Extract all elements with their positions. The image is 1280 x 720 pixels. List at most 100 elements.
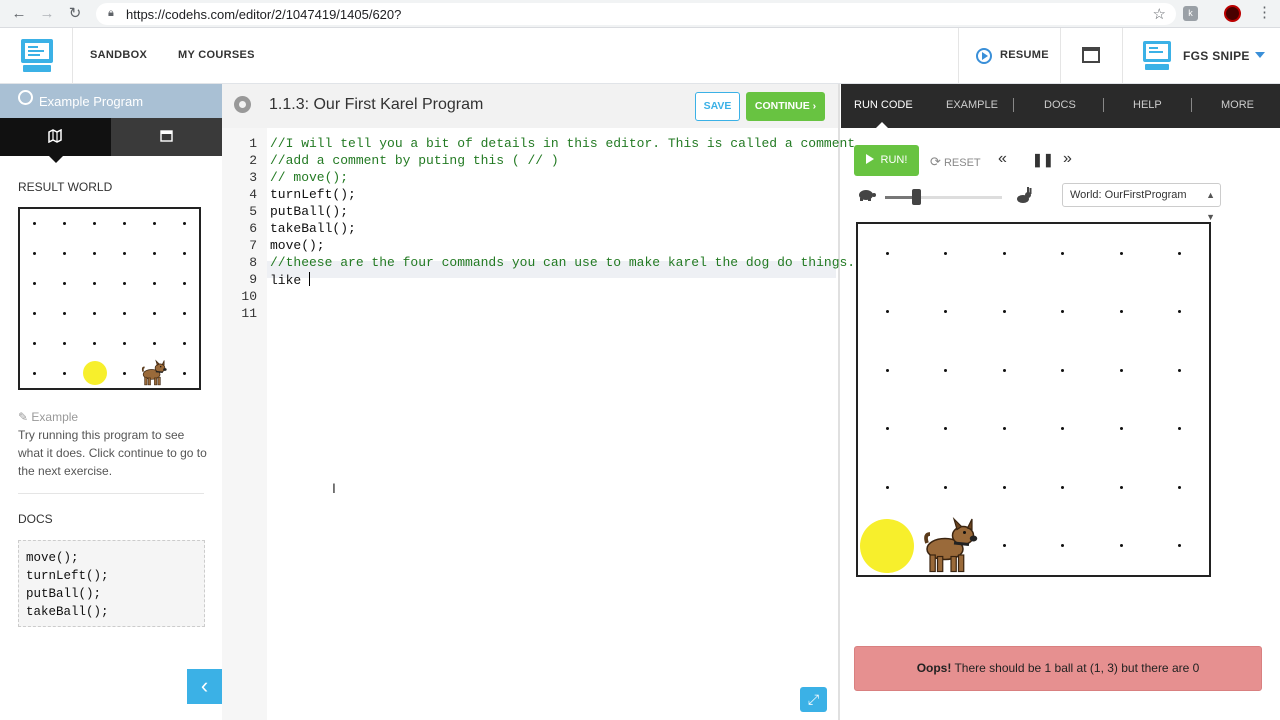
grid-dot bbox=[122, 311, 126, 315]
codehs-logo-icon[interactable] bbox=[20, 38, 54, 74]
grid-dot bbox=[885, 427, 889, 431]
grid-dot bbox=[152, 311, 156, 315]
grid-dot bbox=[1061, 368, 1065, 372]
grid-dot bbox=[63, 311, 67, 315]
code-line[interactable]: //theese are the four commands you can u… bbox=[270, 255, 855, 270]
user-name[interactable]: FGS SNIPE bbox=[1183, 49, 1250, 63]
grid-dot bbox=[1119, 368, 1123, 372]
chevron-down-icon[interactable] bbox=[1255, 52, 1265, 58]
extension-icon[interactable]: k bbox=[1183, 6, 1198, 21]
gear-icon[interactable] bbox=[234, 96, 251, 113]
reload-icon[interactable]: ↻ bbox=[65, 4, 85, 24]
lock-icon: 🔒︎ bbox=[108, 7, 114, 19]
bookmark-star-icon[interactable]: ☆ bbox=[1153, 5, 1166, 23]
window-icon[interactable] bbox=[1082, 47, 1100, 63]
grid-dot bbox=[182, 252, 186, 256]
grid-dot bbox=[1178, 368, 1182, 372]
docs-heading: DOCS bbox=[18, 512, 53, 526]
grid-dot bbox=[1119, 427, 1123, 431]
tab-help[interactable]: HELP bbox=[1133, 99, 1162, 111]
tab-more[interactable]: MORE bbox=[1221, 99, 1254, 111]
grid-dot bbox=[93, 311, 97, 315]
my-courses-link[interactable]: MY COURSES bbox=[178, 49, 255, 61]
grid-dot bbox=[885, 310, 889, 314]
world-select[interactable]: World: OurFirstProgram ▲ ▼ bbox=[1062, 183, 1221, 222]
grid-dot bbox=[33, 222, 37, 226]
reset-button[interactable]: ⟳ RESET bbox=[930, 154, 981, 170]
grid-dot bbox=[63, 371, 67, 375]
grid-dot bbox=[1178, 251, 1182, 255]
program-status-bar: Example Program bbox=[0, 84, 222, 118]
collapse-sidebar-button[interactable]: ‹ bbox=[187, 669, 222, 704]
example-text: Try running this program to see what it … bbox=[18, 428, 207, 478]
code-line[interactable]: // move(); bbox=[270, 170, 348, 185]
caret bbox=[309, 272, 311, 286]
fast-forward-icon[interactable]: » bbox=[1063, 150, 1072, 168]
save-button[interactable]: SAVE bbox=[695, 92, 740, 121]
left-sidebar: Example Program RESULT WORLD ✎ Example T… bbox=[0, 84, 222, 720]
grid-dot bbox=[93, 252, 97, 256]
grid-dot bbox=[1002, 485, 1006, 489]
grid-dot bbox=[944, 485, 948, 489]
user-avatar-icon[interactable] bbox=[1142, 40, 1172, 72]
line-number-gutter: 1 2 3 4 5 6 7 8 9 10 11 bbox=[222, 128, 267, 720]
address-bar[interactable]: 🔒︎ https://codehs.com/editor/2/1047419/1… bbox=[96, 3, 1176, 25]
code-line[interactable]: //add a comment by puting this ( // ) bbox=[270, 153, 559, 168]
run-button[interactable]: RUN! bbox=[854, 145, 919, 176]
forward-icon[interactable]: → bbox=[37, 4, 57, 24]
pause-icon[interactable]: ❚❚ bbox=[1032, 152, 1054, 168]
code-line[interactable]: putBall(); bbox=[270, 204, 348, 219]
tab-example[interactable]: EXAMPLE bbox=[946, 99, 998, 111]
editor-header: 1.1.3: Our First Karel Program SAVE CONT… bbox=[222, 84, 838, 128]
line-number: 10 bbox=[241, 289, 257, 304]
grid-dot bbox=[122, 282, 126, 286]
grid-dot bbox=[885, 251, 889, 255]
grid-dot bbox=[1002, 368, 1006, 372]
expand-icon[interactable]: ⤢ bbox=[800, 687, 827, 712]
grid-dot bbox=[152, 341, 156, 345]
tab-calendar[interactable] bbox=[111, 118, 222, 156]
url-text: https://codehs.com/editor/2/1047419/1405… bbox=[126, 7, 402, 22]
code-line[interactable]: //I will tell you a bit of details in th… bbox=[270, 136, 855, 151]
sandbox-link[interactable]: SANDBOX bbox=[90, 49, 147, 61]
grid-dot bbox=[63, 282, 67, 286]
docs-command: takeBall(); bbox=[26, 605, 109, 619]
tab-docs[interactable]: DOCS bbox=[1044, 99, 1076, 111]
grid-dot bbox=[1178, 310, 1182, 314]
resume-link[interactable]: RESUME bbox=[1000, 49, 1049, 61]
grid-dot bbox=[122, 371, 126, 375]
grid-dot bbox=[182, 311, 186, 315]
exercise-title: 1.1.3: Our First Karel Program bbox=[269, 96, 484, 113]
rewind-icon[interactable]: « bbox=[998, 150, 1007, 168]
grid-dot bbox=[1061, 427, 1065, 431]
code-line[interactable]: takeBall(); bbox=[270, 221, 356, 236]
code-editor-panel: 1.1.3: Our First Karel Program SAVE CONT… bbox=[222, 84, 855, 720]
tab-map[interactable] bbox=[0, 118, 111, 156]
grid-dot bbox=[33, 341, 37, 345]
grid-dot bbox=[93, 282, 97, 286]
grid-dot bbox=[885, 485, 889, 489]
reset-icon: ⟳ bbox=[930, 154, 941, 169]
grid-dot bbox=[1119, 251, 1123, 255]
code-line[interactable]: move(); bbox=[270, 238, 325, 253]
profile-avatar[interactable] bbox=[1224, 5, 1241, 22]
code-line[interactable]: like bbox=[270, 272, 311, 288]
sidebar-tabs bbox=[0, 118, 222, 163]
result-world-heading: RESULT WORLD bbox=[18, 180, 113, 194]
back-icon[interactable]: ← bbox=[9, 4, 29, 24]
speed-slider-handle[interactable] bbox=[912, 189, 921, 205]
turtle-icon bbox=[858, 188, 876, 204]
line-number: 9 bbox=[249, 272, 257, 287]
grid-dot bbox=[885, 368, 889, 372]
map-icon bbox=[48, 129, 62, 143]
resume-play-icon[interactable] bbox=[976, 48, 992, 64]
grid-dot bbox=[182, 222, 186, 226]
browser-menu-icon[interactable]: ⋮ bbox=[1257, 3, 1272, 21]
karel-dog-icon bbox=[141, 359, 167, 386]
continue-button[interactable]: CONTINUE › bbox=[746, 92, 825, 121]
grid-dot bbox=[1002, 427, 1006, 431]
run-panel-tabs: RUN CODE EXAMPLE DOCS HELP MORE bbox=[841, 84, 1280, 128]
grid-dot bbox=[93, 341, 97, 345]
code-line[interactable]: turnLeft(); bbox=[270, 187, 356, 202]
tab-run-code[interactable]: RUN CODE bbox=[854, 99, 913, 111]
